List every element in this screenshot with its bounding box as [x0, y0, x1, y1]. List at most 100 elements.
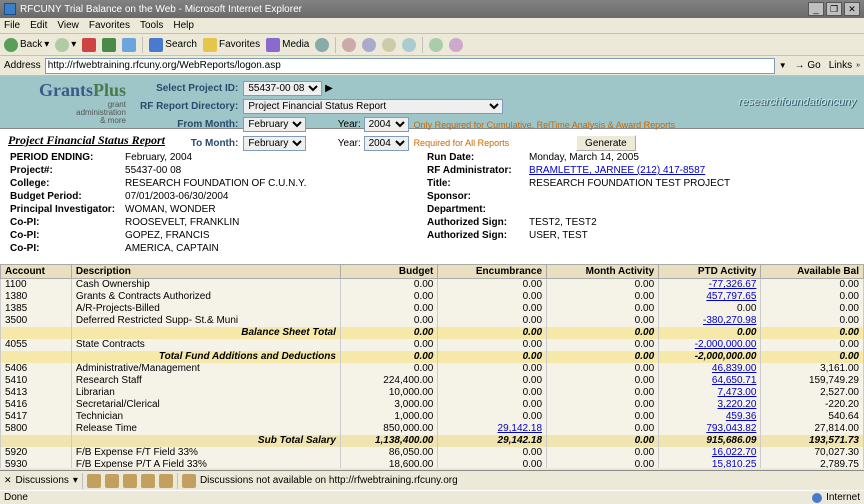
disc-icon2[interactable] [105, 474, 119, 488]
table-row: Total Fund Additions and Deductions0.000… [1, 351, 864, 363]
table-row: 5413Librarian10,000.000.000.007,473.002,… [1, 387, 864, 399]
menu-tools[interactable]: Tools [140, 20, 163, 31]
status-bar: Done Internet [0, 490, 864, 504]
menu-edit[interactable]: Edit [30, 20, 47, 31]
go-button[interactable]: → Go [791, 60, 825, 71]
back-button[interactable]: Back ▾ [4, 38, 49, 52]
ptd-link[interactable]: -380,270.98 [703, 315, 756, 326]
ptd-link[interactable]: -2,000,000.00 [695, 339, 757, 350]
report-grid: AccountDescriptionBudgetEncumbranceMonth… [0, 264, 864, 468]
ptd-link[interactable]: 457,797.65 [706, 291, 756, 302]
logo-grantsplus: GrantsPlus grant administration & more [0, 76, 130, 128]
stop-icon[interactable] [82, 38, 96, 52]
table-row: 5920F/B Expense F/T Field 33%86,050.000.… [1, 447, 864, 459]
maximize-button[interactable]: ❐ [826, 2, 842, 16]
col-3: Encumbrance [438, 265, 547, 279]
ptd-link[interactable]: -77,326.67 [709, 279, 757, 290]
table-row: 4055State Contracts0.000.000.00-2,000,00… [1, 339, 864, 351]
close-button[interactable]: ✕ [844, 2, 860, 16]
extra2-icon[interactable] [449, 38, 463, 52]
select-from-month[interactable]: February [243, 117, 306, 132]
ptd-link[interactable]: 459.36 [726, 411, 757, 422]
search-button[interactable]: Search [149, 38, 197, 52]
table-row: 5417Technician1,000.000.000.00459.36540.… [1, 411, 864, 423]
discuss-icon[interactable] [402, 38, 416, 52]
favorites-button[interactable]: Favorites [203, 38, 260, 52]
ptd-link[interactable]: 15,810.25 [712, 459, 757, 468]
links-label[interactable]: Links [829, 60, 852, 71]
table-row: 5416Secretarial/Clerical3,000.000.000.00… [1, 399, 864, 411]
disc-icon4[interactable] [141, 474, 155, 488]
note-required: Required for All Reports [414, 135, 574, 152]
disc-icon3[interactable] [123, 474, 137, 488]
ptd-link[interactable]: 46,839.00 [712, 363, 757, 374]
table-row: 3500Deferred Restricted Supp- St.& Muni0… [1, 315, 864, 327]
report-pane[interactable]: Project Financial Status Report PERIOD E… [0, 128, 864, 468]
menu-view[interactable]: View [57, 20, 79, 31]
disc-icon1[interactable] [87, 474, 101, 488]
ptd-link[interactable]: 16,022.70 [712, 447, 757, 458]
title-bar: RFCUNY Trial Balance on the Web - Micros… [0, 0, 864, 18]
discussion-msg: Discussions not available on http://rfwe… [200, 475, 458, 486]
select-project[interactable]: 55437-00 08 [243, 81, 322, 96]
minimize-button[interactable]: _ [808, 2, 824, 16]
globe-icon [812, 493, 822, 503]
discussions-label[interactable]: Discussions [16, 475, 69, 486]
history-icon[interactable] [315, 38, 329, 52]
disc-icon5[interactable] [159, 474, 173, 488]
report-banner: GrantsPlus grant administration & more S… [0, 76, 864, 128]
logo-rfcuny: researchfoundationcuny [680, 76, 864, 128]
table-row: Sub Total Salary1,138,400.0029,142.180.0… [1, 435, 864, 447]
admin-link[interactable]: BRAMLETTE, JARNEE (212) 417-8587 [529, 165, 705, 176]
ptd-link[interactable]: 793,043.82 [706, 423, 756, 434]
col-4: Month Activity [547, 265, 659, 279]
status-done: Done [4, 492, 28, 503]
ptd-link[interactable]: 3,220.20 [717, 399, 756, 410]
table-row: 5930F/B Expense P/T A Field 33%18,600.00… [1, 459, 864, 469]
home-icon[interactable] [122, 38, 136, 52]
col-5: PTD Activity [659, 265, 761, 279]
table-row: 1385A/R-Projects-Billed0.000.000.000.000… [1, 303, 864, 315]
forward-button[interactable]: ▾ [55, 38, 76, 52]
select-from-year[interactable]: 2004 [364, 117, 409, 132]
ptd-link[interactable]: 29,142.18 [498, 423, 543, 434]
label-from-month: From Month: [140, 117, 241, 133]
discussion-bar: ✕ Discussions ▾ Discussions not availabl… [0, 470, 864, 490]
report-info: PERIOD ENDING:February, 2004Run Date:Mon… [8, 150, 856, 256]
zone-label: Internet [826, 492, 860, 503]
ptd-link[interactable]: 64,650.71 [712, 375, 757, 386]
ie-toolbar: Back ▾ ▾ Search Favorites Media [0, 34, 864, 56]
menu-file[interactable]: File [4, 20, 20, 31]
table-row: 5410Research Staff224,400.000.000.0064,6… [1, 375, 864, 387]
label-project: Select Project ID: [140, 81, 241, 97]
generate-button[interactable]: Generate [576, 135, 636, 151]
select-directory[interactable]: Project Financial Status Report [243, 99, 503, 114]
ptd-link[interactable]: 7,473.00 [717, 387, 756, 398]
label-directory: RF Report Directory: [140, 99, 241, 115]
address-input[interactable] [45, 58, 775, 74]
menu-help[interactable]: Help [173, 20, 194, 31]
col-2: Budget [340, 265, 437, 279]
table-row: 5800Release Time850,000.0029,142.180.007… [1, 423, 864, 435]
window-title: RFCUNY Trial Balance on the Web - Micros… [20, 4, 302, 15]
print-icon[interactable] [362, 38, 376, 52]
col-1: Description [71, 265, 340, 279]
note-cumulative: Only Required for Cumulative, RelTime An… [414, 117, 679, 133]
table-row: 5406Administrative/Management0.000.000.0… [1, 363, 864, 375]
disc-icon6[interactable] [182, 474, 196, 488]
table-row: Balance Sheet Total0.000.000.000.000.00 [1, 327, 864, 339]
table-row: 1100Cash Ownership0.000.000.00-77,326.67… [1, 279, 864, 291]
extra1-icon[interactable] [429, 38, 443, 52]
col-0: Account [1, 265, 72, 279]
refresh-icon[interactable] [102, 38, 116, 52]
select-to-month[interactable]: February [243, 136, 306, 151]
select-to-year[interactable]: 2004 [364, 136, 409, 151]
address-label: Address [4, 60, 41, 71]
mail-icon[interactable] [342, 38, 356, 52]
media-button[interactable]: Media [266, 38, 309, 52]
edit-icon[interactable] [382, 38, 396, 52]
ie-icon [4, 3, 16, 15]
menu-favorites[interactable]: Favorites [89, 20, 130, 31]
col-6: Available Bal [761, 265, 864, 279]
table-row: 1380Grants & Contracts Authorized0.000.0… [1, 291, 864, 303]
